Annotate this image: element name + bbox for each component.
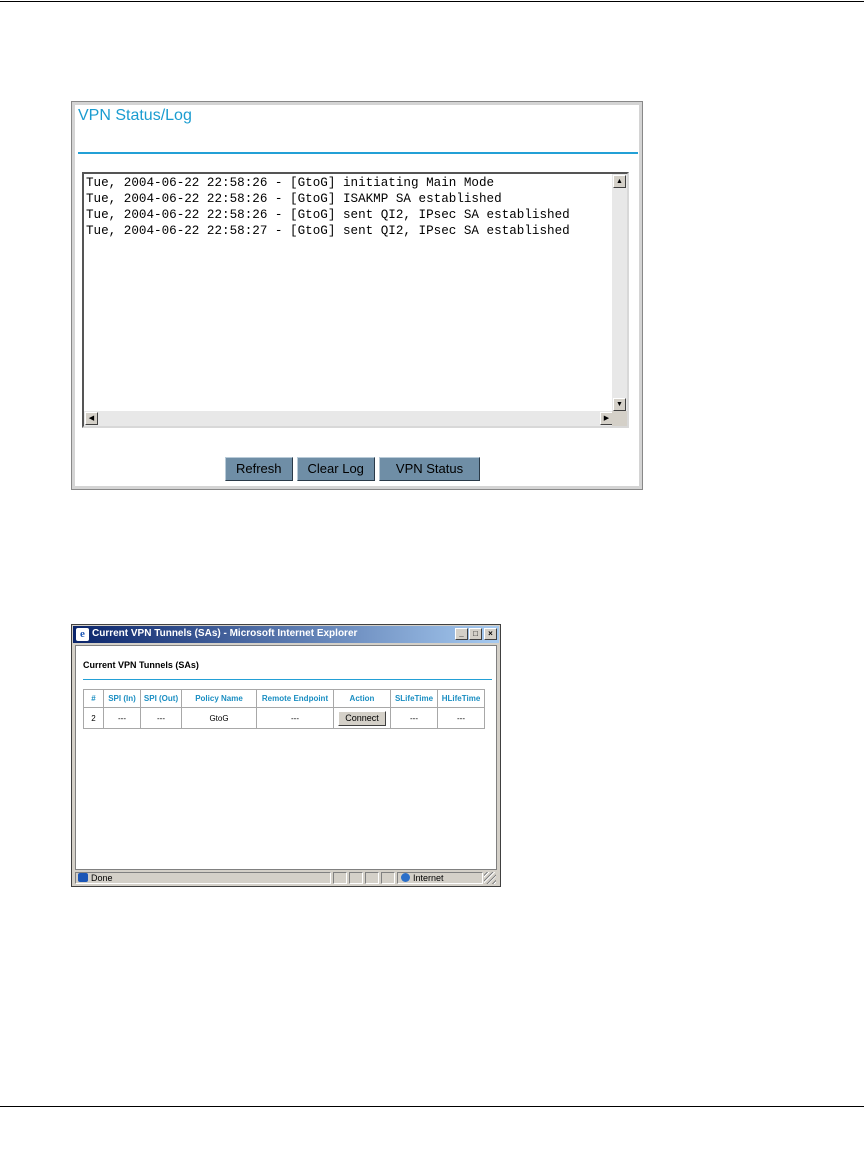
zone-text: Internet [413, 873, 444, 883]
resize-grip-icon[interactable] [484, 872, 496, 884]
window-title: Current VPN Tunnels (SAs) - Microsoft In… [92, 628, 358, 639]
vpn-tunnels-table: # SPI (In) SPI (Out) Policy Name Remote … [83, 689, 485, 729]
top-rule [0, 1, 864, 2]
status-cell [365, 872, 379, 884]
status-cell [381, 872, 395, 884]
log-line: Tue, 2004-06-22 22:58:26 - [GtoG] sent Q… [86, 208, 570, 222]
log-line: Tue, 2004-06-22 22:58:27 - [GtoG] sent Q… [86, 224, 570, 238]
minimize-icon[interactable]: _ [455, 628, 468, 640]
internet-explorer-icon: e [76, 628, 89, 641]
cell-spi-out: --- [140, 707, 182, 729]
status-text: Done [91, 873, 113, 883]
close-icon[interactable]: × [484, 628, 497, 640]
browser-content: Current VPN Tunnels (SAs) # SPI (In) SPI… [75, 645, 497, 870]
log-line: Tue, 2004-06-22 22:58:26 - [GtoG] initia… [86, 176, 495, 190]
vertical-scrollbar[interactable]: ▲ ▼ [612, 174, 627, 412]
cell-hlifetime: --- [437, 707, 485, 729]
col-header-num: # [83, 689, 104, 708]
col-header-policy-name: Policy Name [181, 689, 257, 708]
cell-remote-endpoint: --- [256, 707, 334, 729]
vpn-status-button[interactable]: VPN Status [378, 457, 481, 481]
window-controls: _ □ × [454, 628, 497, 640]
window-titlebar[interactable]: e Current VPN Tunnels (SAs) - Microsoft … [73, 626, 499, 643]
status-cell [333, 872, 347, 884]
vpn-status-log-panel: VPN Status/Log Tue, 2004-06-22 22:58:26 … [71, 101, 643, 490]
maximize-icon[interactable]: □ [469, 628, 482, 640]
col-header-spi-in: SPI (In) [103, 689, 141, 708]
cell-spi-in: --- [103, 707, 141, 729]
scrollbar-corner [612, 411, 627, 426]
status-text-cell: Done [75, 872, 331, 884]
clear-log-button[interactable]: Clear Log [296, 457, 375, 481]
zone-cell: Internet [397, 872, 483, 884]
log-button-row: Refresh Clear Log VPN Status [225, 457, 481, 481]
col-header-remote-endpoint: Remote Endpoint [256, 689, 334, 708]
title-divider [83, 679, 492, 680]
horizontal-scrollbar[interactable]: ◀ ▶ [84, 411, 614, 426]
log-content: Tue, 2004-06-22 22:58:26 - [GtoG] initia… [85, 175, 616, 413]
title-divider [78, 152, 638, 154]
status-bar: Done Internet [75, 871, 497, 885]
page-title: Current VPN Tunnels (SAs) [83, 660, 199, 670]
scroll-left-icon[interactable]: ◀ [85, 412, 98, 425]
bottom-rule [0, 1106, 864, 1107]
log-textarea[interactable]: Tue, 2004-06-22 22:58:26 - [GtoG] initia… [82, 172, 629, 428]
page-done-icon [78, 873, 88, 882]
refresh-button[interactable]: Refresh [225, 457, 293, 481]
col-header-action: Action [333, 689, 391, 708]
log-line: Tue, 2004-06-22 22:58:26 - [GtoG] ISAKMP… [86, 192, 502, 206]
col-header-slifetime: SLifeTime [390, 689, 438, 708]
cell-action: Connect [333, 707, 391, 729]
panel-title: VPN Status/Log [78, 107, 192, 124]
col-header-hlifetime: HLifeTime [437, 689, 485, 708]
connect-button[interactable]: Connect [338, 710, 386, 726]
internet-zone-icon [401, 873, 410, 882]
cell-policy-name: GtoG [181, 707, 257, 729]
table-header-row: # SPI (In) SPI (Out) Policy Name Remote … [83, 689, 485, 708]
table-row: 2 --- --- GtoG --- Connect --- --- [83, 707, 485, 729]
ie-window: e Current VPN Tunnels (SAs) - Microsoft … [71, 624, 501, 887]
cell-num: 2 [83, 707, 104, 729]
scroll-up-icon[interactable]: ▲ [613, 175, 626, 188]
scroll-down-icon[interactable]: ▼ [613, 398, 626, 411]
status-cell [349, 872, 363, 884]
col-header-spi-out: SPI (Out) [140, 689, 182, 708]
cell-slifetime: --- [390, 707, 438, 729]
